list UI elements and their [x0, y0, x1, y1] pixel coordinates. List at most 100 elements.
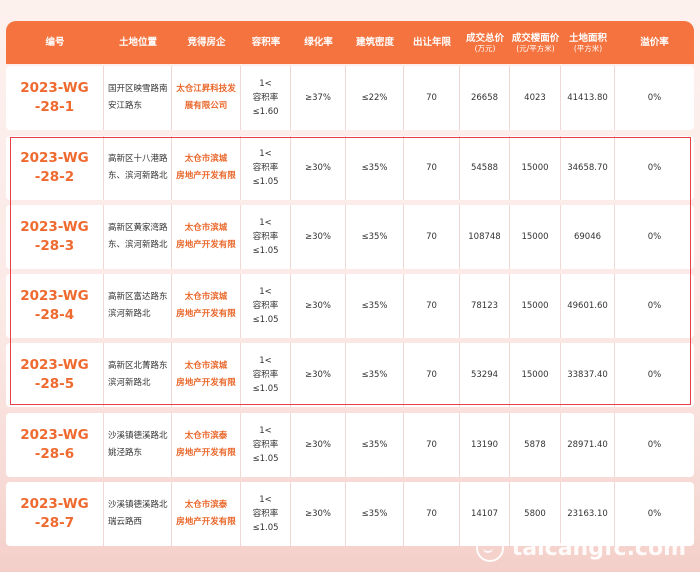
- green-rate: ≥30%: [291, 136, 346, 200]
- header-density: 建筑密度: [346, 37, 404, 48]
- floor-area-ratio: 1< 容积率 ≤1.05: [241, 274, 291, 338]
- winning-company: 太仓江昇科技发 展有限公司: [172, 66, 241, 130]
- land-location: 高新区北菁路东 滨河新路北: [104, 343, 172, 407]
- land-location: 沙溪镇德溪路北 瑞云路西: [104, 482, 172, 546]
- header-label: 溢价率: [640, 37, 669, 48]
- table-row: 2023-WG -28-6 沙溪镇德溪路北 姚泾路东 太仓市滨泰 房地产开发有限…: [6, 413, 694, 477]
- header-total-price: 成交总价 (万元): [460, 33, 510, 53]
- winning-company: 太仓市滨城 房地产开发有限: [172, 274, 241, 338]
- header-premium: 溢价率: [615, 37, 694, 48]
- parcel-code: 2023-WG -28-4: [6, 274, 104, 338]
- winning-company: 太仓市滨泰 房地产开发有限: [172, 482, 241, 546]
- building-density: ≤35%: [346, 205, 404, 269]
- parcel-code: 2023-WG -28-7: [6, 482, 104, 546]
- header-label: 土地位置: [118, 37, 157, 48]
- header-label: 容积率: [251, 37, 281, 48]
- total-price: 13190: [460, 413, 510, 477]
- lease-years: 70: [404, 136, 460, 200]
- winning-company: 太仓市滨城 房地产开发有限: [172, 136, 241, 200]
- header-code: 编号: [6, 37, 104, 48]
- land-transaction-table: 编号 土地位置 竞得房企 容积率 绿化率 建筑密度 出让年限 成交总价 (万元) …: [6, 21, 694, 546]
- header-far: 容积率: [241, 37, 291, 48]
- watermark-text: taicangfc.com: [511, 535, 686, 561]
- table-row: 2023-WG -28-5 高新区北菁路东 滨河新路北 太仓市滨城 房地产开发有…: [6, 343, 694, 407]
- winning-company: 太仓市滨城 房地产开发有限: [172, 343, 241, 407]
- floor-area-ratio: 1< 容积率 ≤1.05: [241, 205, 291, 269]
- green-rate: ≥30%: [291, 413, 346, 477]
- building-density: ≤35%: [346, 413, 404, 477]
- land-location: 沙溪镇德溪路北 姚泾路东: [104, 413, 172, 477]
- floor-price: 4023: [510, 66, 561, 130]
- premium-rate: 0%: [647, 370, 662, 380]
- total-price: 53294: [460, 343, 510, 407]
- header-label: 成交总价: [465, 32, 504, 44]
- land-area: 41413.80: [561, 66, 615, 130]
- land-location: 高新区黄家湾路 东、滨河新路北: [104, 205, 172, 269]
- header-label: 编号: [45, 37, 65, 48]
- green-rate: ≥30%: [291, 343, 346, 407]
- floor-area-ratio: 1< 容积率 ≤1.05: [241, 413, 291, 477]
- lease-years: 70: [404, 482, 460, 546]
- premium-rate: 0%: [647, 232, 662, 242]
- table-row: 2023-WG -28-4 高新区富达路东 滨河新路北 太仓市滨城 房地产开发有…: [6, 274, 694, 338]
- header-unit: (平方米): [573, 43, 603, 53]
- land-location: 高新区富达路东 滨河新路北: [104, 274, 172, 338]
- premium-rate: 0%: [647, 93, 662, 103]
- smile-logo-icon: [475, 534, 504, 562]
- header-label: 成交楼面价: [511, 32, 560, 44]
- land-location: 高新区十八港路 东、滨河新路北: [104, 136, 172, 200]
- header-green: 绿化率: [291, 37, 346, 48]
- floor-area-ratio: 1< 容积率 ≤1.60: [241, 66, 291, 130]
- header-floor-price: 成交楼面价 (元/平方米): [510, 33, 561, 53]
- floor-price: 15000: [510, 205, 561, 269]
- parcel-code: 2023-WG -28-6: [6, 413, 104, 477]
- header-unit: (万元): [474, 43, 496, 53]
- header-years: 出让年限: [404, 37, 460, 48]
- floor-price: 5878: [510, 413, 561, 477]
- header-label: 竞得房企: [187, 37, 226, 48]
- header-area: 土地面积 (平方米): [561, 33, 615, 53]
- building-density: ≤35%: [346, 274, 404, 338]
- floor-price: 15000: [510, 343, 561, 407]
- header-label: 建筑密度: [355, 37, 394, 48]
- premium-rate: 0%: [647, 301, 662, 311]
- floor-price: 15000: [510, 274, 561, 338]
- building-density: ≤35%: [346, 482, 404, 546]
- lease-years: 70: [404, 66, 460, 130]
- floor-price: 15000: [510, 136, 561, 200]
- premium-rate: 0%: [647, 440, 662, 450]
- header-label: 绿化率: [304, 37, 333, 48]
- total-price: 108748: [460, 205, 510, 269]
- land-area: 49601.60: [561, 274, 615, 338]
- table-row: 2023-WG -28-1 国开区映雪路南 安江路东 太仓江昇科技发 展有限公司…: [6, 66, 694, 130]
- parcel-code: 2023-WG -28-3: [6, 205, 104, 269]
- table-header: 编号 土地位置 竞得房企 容积率 绿化率 建筑密度 出让年限 成交总价 (万元) …: [6, 21, 694, 64]
- land-area: 28971.40: [561, 413, 615, 477]
- parcel-code: 2023-WG -28-2: [6, 136, 104, 200]
- header-company: 竞得房企: [172, 37, 241, 48]
- site-watermark: taicangfc.com: [475, 534, 686, 562]
- lease-years: 70: [404, 205, 460, 269]
- lease-years: 70: [404, 274, 460, 338]
- premium-rate: 0%: [647, 163, 662, 173]
- green-rate: ≥30%: [291, 205, 346, 269]
- green-rate: ≥30%: [291, 274, 346, 338]
- parcel-code: 2023-WG -28-5: [6, 343, 104, 407]
- lease-years: 70: [404, 343, 460, 407]
- land-location: 国开区映雪路南 安江路东: [104, 66, 172, 130]
- building-density: ≤35%: [346, 136, 404, 200]
- header-label: 出让年限: [412, 37, 451, 48]
- lease-years: 70: [404, 413, 460, 477]
- building-density: ≤35%: [346, 343, 404, 407]
- header-label: 土地面积: [568, 32, 607, 44]
- land-area: 69046: [561, 205, 615, 269]
- floor-area-ratio: 1< 容积率 ≤1.05: [241, 482, 291, 546]
- land-area: 34658.70: [561, 136, 615, 200]
- land-area: 33837.40: [561, 343, 615, 407]
- total-price: 78123: [460, 274, 510, 338]
- table-row: 2023-WG -28-3 高新区黄家湾路 东、滨河新路北 太仓市滨城 房地产开…: [6, 205, 694, 269]
- header-unit: (元/平方米): [516, 43, 555, 53]
- winning-company: 太仓市滨泰 房地产开发有限: [172, 413, 241, 477]
- table-row: 2023-WG -28-2 高新区十八港路 东、滨河新路北 太仓市滨城 房地产开…: [6, 136, 694, 200]
- floor-area-ratio: 1< 容积率 ≤1.05: [241, 343, 291, 407]
